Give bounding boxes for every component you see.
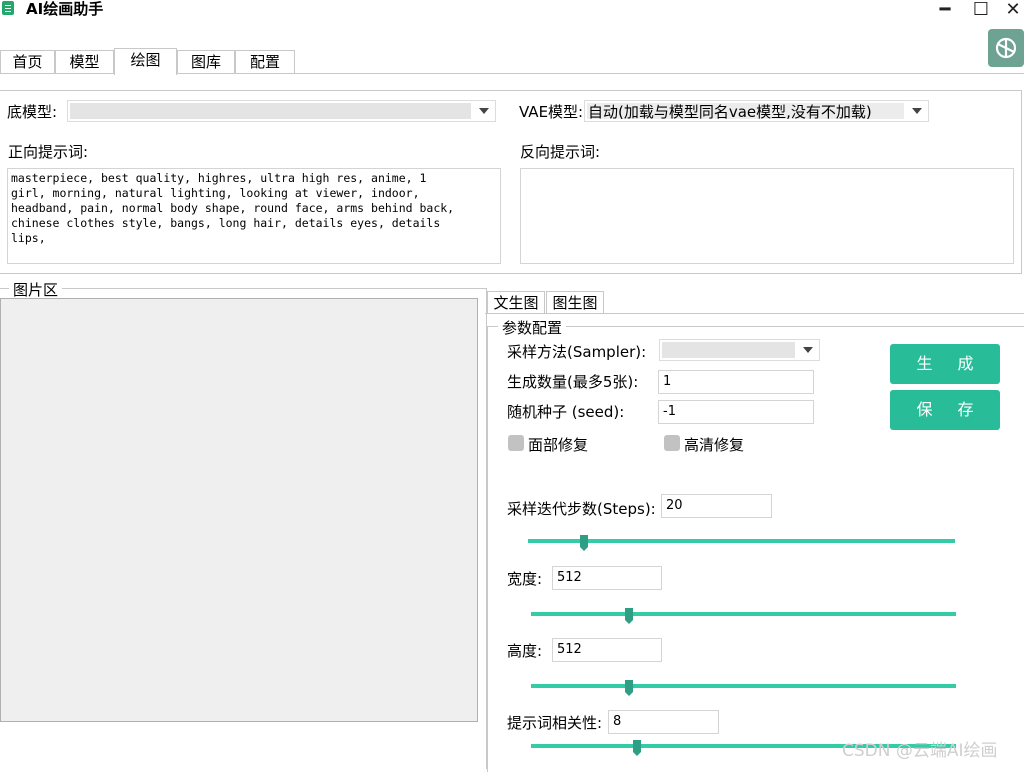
steps-input[interactable]: 20: [661, 494, 772, 518]
vae-model-select[interactable]: 自动(加载与模型同名vae模型,没有不加载): [584, 100, 929, 122]
width-input[interactable]: 512: [552, 566, 662, 590]
tab-draw[interactable]: 绘图: [114, 48, 177, 75]
maximize-icon[interactable]: ☐: [970, 0, 992, 20]
height-slider-thumb[interactable]: [624, 680, 633, 696]
close-icon[interactable]: ✕: [1002, 0, 1024, 20]
chevron-down-icon: [473, 101, 495, 121]
negative-prompt-input[interactable]: [520, 168, 1014, 264]
params-group-label: 参数配置: [498, 317, 567, 338]
tab-models[interactable]: 模型: [55, 50, 114, 73]
hires-fix-checkbox[interactable]: [664, 435, 680, 451]
chevron-down-icon: [906, 101, 928, 121]
image-canvas: [0, 298, 478, 722]
tab-gallery[interactable]: 图库: [177, 50, 235, 73]
watermark-text: CSDN @云端AI绘画: [842, 741, 998, 761]
vae-model-label: VAE模型:: [519, 103, 584, 121]
vae-model-value: 自动(加载与模型同名vae模型,没有不加载): [588, 103, 872, 121]
app-title: AI绘画助手: [26, 0, 104, 18]
sub-tab-divider: [485, 313, 1024, 314]
app-icon: [2, 1, 14, 15]
height-input[interactable]: 512: [552, 638, 662, 662]
sampler-select[interactable]: [659, 339, 820, 361]
batch-count-input[interactable]: 1: [658, 370, 814, 394]
steps-slider-thumb[interactable]: [579, 535, 588, 551]
seed-input[interactable]: -1: [658, 400, 814, 424]
face-fix-label: 面部修复: [528, 436, 589, 454]
steps-label: 采样迭代步数(Steps):: [507, 500, 656, 518]
steps-slider[interactable]: [528, 539, 955, 543]
generate-button[interactable]: 生 成: [890, 344, 1000, 384]
base-model-label: 底模型:: [7, 103, 58, 121]
batch-count-label: 生成数量(最多5张):: [507, 373, 639, 391]
chevron-down-icon: [797, 340, 819, 360]
height-slider[interactable]: [531, 684, 956, 688]
openai-logo-icon: [988, 29, 1024, 67]
hires-fix-label: 高清修复: [684, 436, 745, 454]
face-fix-checkbox[interactable]: [508, 435, 524, 451]
cfg-slider-thumb[interactable]: [633, 740, 642, 756]
positive-prompt-label: 正向提示词:: [8, 143, 89, 161]
positive-prompt-input[interactable]: masterpiece, best quality, highres, ultr…: [7, 168, 501, 264]
tab-text-to-image[interactable]: 文生图: [487, 291, 545, 314]
base-model-select[interactable]: [67, 100, 496, 122]
sampler-label: 采样方法(Sampler):: [507, 343, 647, 361]
width-slider-thumb[interactable]: [624, 608, 633, 624]
width-slider[interactable]: [531, 612, 956, 616]
tab-image-to-image[interactable]: 图生图: [546, 291, 604, 314]
width-label: 宽度:: [507, 570, 543, 588]
image-area-label: 图片区: [9, 279, 63, 300]
save-button[interactable]: 保 存: [890, 390, 1000, 430]
height-label: 高度:: [507, 642, 543, 660]
cfg-input[interactable]: 8: [608, 710, 719, 734]
cfg-label: 提示词相关性:: [507, 714, 603, 732]
tab-settings[interactable]: 配置: [235, 50, 295, 73]
negative-prompt-label: 反向提示词:: [520, 143, 601, 161]
seed-label: 随机种子 (seed):: [507, 403, 625, 421]
minimize-icon[interactable]: ━: [934, 0, 956, 20]
tab-home[interactable]: 首页: [0, 50, 55, 73]
